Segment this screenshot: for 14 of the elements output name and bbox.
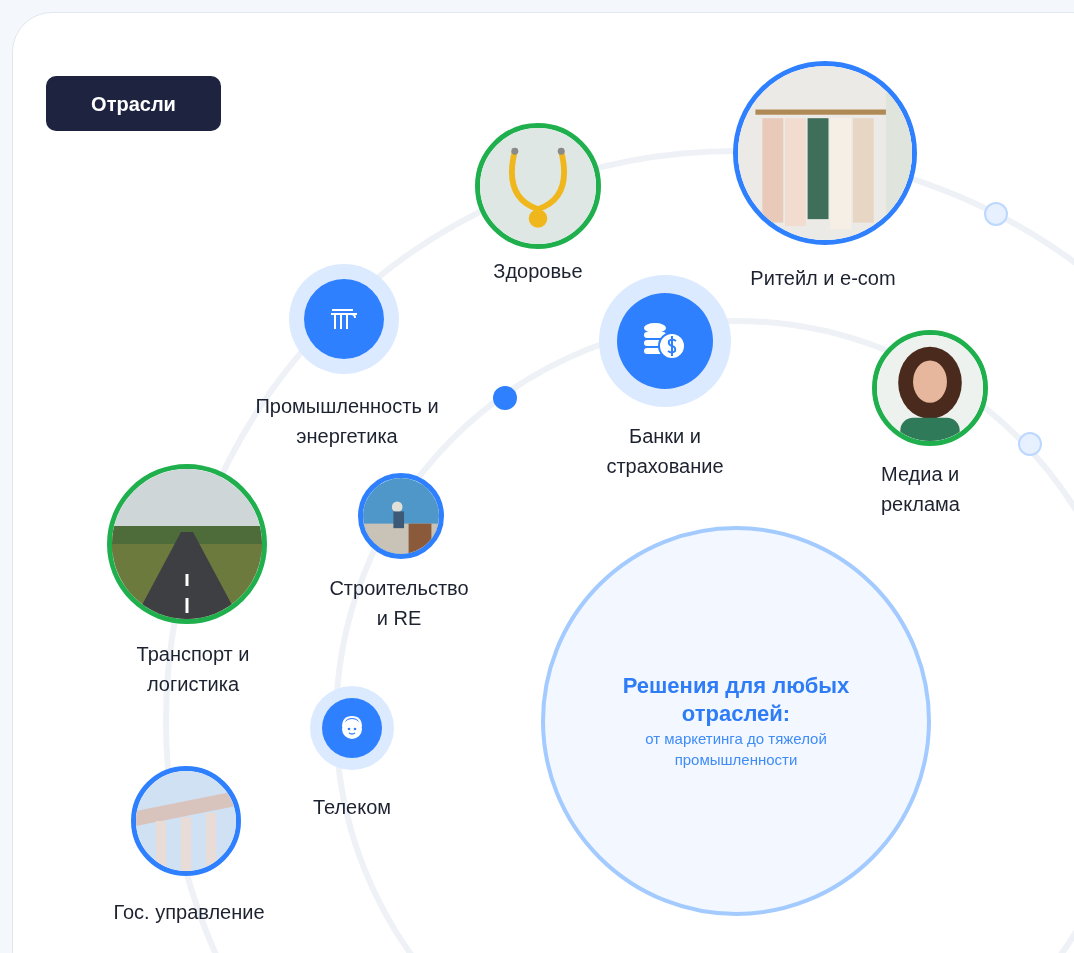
- industry-label: Телеком: [312, 795, 392, 820]
- industry-label: Медиа и реклама: [881, 462, 960, 517]
- center-title: Решения для любых отраслей:: [621, 672, 851, 728]
- industry-label: Здоровье: [493, 259, 583, 284]
- industry-label: Промышленность и энергетика: [255, 394, 439, 449]
- industry-label: Транспорт и логистика: [136, 642, 250, 697]
- center-subtitle: от маркетинга до тяжелой промышленности: [644, 729, 828, 770]
- industry-label: Банки и страхование: [606, 424, 724, 479]
- factory-icon: [329, 308, 359, 330]
- industry-label: Строительство и RE: [329, 576, 469, 631]
- section-badge: Отрасли: [46, 76, 221, 131]
- industry-label: Ритейл и e-com: [750, 266, 896, 291]
- headset-icon: [339, 714, 365, 742]
- industry-label: Гос. управление: [113, 900, 265, 925]
